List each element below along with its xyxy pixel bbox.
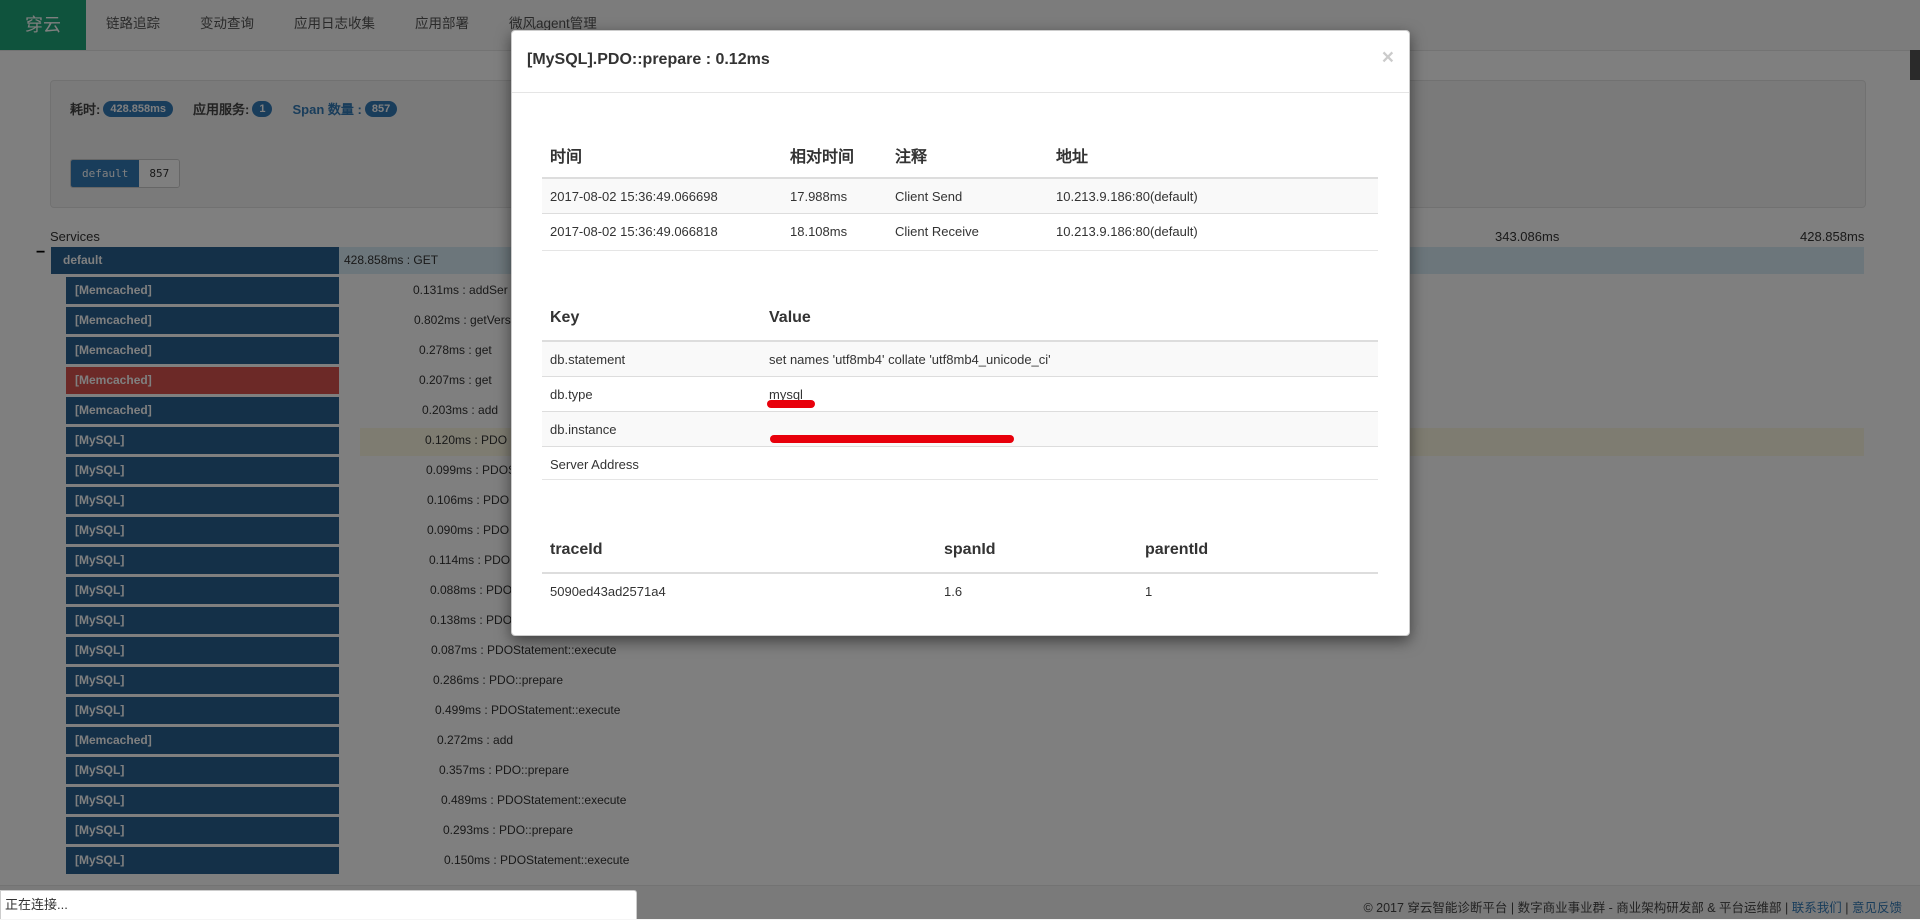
tag-key: Server Address (542, 446, 761, 481)
table-row: 2017-08-02 15:36:49.066698 17.988ms Clie… (542, 177, 1378, 214)
annotation-table: 时间 相对时间 注释 地址 2017-08-02 15:36:49.066698… (542, 133, 1378, 248)
tag-value: set names 'utf8mb4' collate 'utf8mb4_uni… (761, 340, 1378, 377)
redaction-mark (767, 400, 815, 408)
span-detail-modal: [MySQL].PDO::prepare : 0.12ms × 时间 相对时间 … (511, 30, 1410, 636)
annotation-cell: 2017-08-02 15:36:49.066698 (542, 177, 782, 214)
modal-title: [MySQL].PDO::prepare : 0.12ms (527, 51, 770, 68)
id-header-parent: parentId (1137, 528, 1378, 574)
tag-key: db.type (542, 376, 761, 412)
table-row: 5090ed43ad2571a4 1.6 1 (542, 572, 1378, 608)
tag-value (761, 446, 1378, 481)
tag-value: mysql (761, 376, 1378, 412)
table-row: db.type mysql (542, 376, 1378, 412)
tag-key: db.statement (542, 340, 761, 377)
tag-table: Key Value db.statement set names 'utf8mb… (542, 296, 1378, 481)
annotation-header-address: 地址 (1048, 133, 1378, 179)
browser-status-bar: 正在连接... (0, 890, 637, 919)
id-table: traceId spanId parentId 5090ed43ad2571a4… (542, 528, 1378, 608)
tag-header-key: Key (542, 296, 761, 342)
trace-id-value: 5090ed43ad2571a4 (542, 572, 936, 608)
tag-header-value: Value (761, 296, 1378, 342)
redaction-mark (770, 435, 1014, 443)
modal-header: [MySQL].PDO::prepare : 0.12ms × (512, 31, 1409, 93)
section-divider (542, 250, 1378, 251)
annotation-cell: Client Receive (887, 213, 1048, 248)
tag-key: db.instance (542, 411, 761, 447)
parent-id-value: 1 (1137, 572, 1378, 608)
annotation-cell: 10.213.9.186:80(default) (1048, 213, 1378, 248)
annotation-cell: 18.108ms (782, 213, 887, 248)
annotation-header-relative-time: 相对时间 (782, 133, 887, 179)
annotation-cell: 10.213.9.186:80(default) (1048, 177, 1378, 214)
annotation-cell: Client Send (887, 177, 1048, 214)
id-header-trace: traceId (542, 528, 936, 574)
table-row: 2017-08-02 15:36:49.066818 18.108ms Clie… (542, 213, 1378, 248)
annotation-header-time: 时间 (542, 133, 782, 179)
table-row: Server Address (542, 446, 1378, 481)
annotation-cell: 2017-08-02 15:36:49.066818 (542, 213, 782, 248)
span-id-value: 1.6 (936, 572, 1137, 608)
id-header-span: spanId (936, 528, 1137, 574)
table-row: db.statement set names 'utf8mb4' collate… (542, 340, 1378, 377)
section-divider (542, 479, 1378, 480)
annotation-cell: 17.988ms (782, 177, 887, 214)
annotation-header-note: 注释 (887, 133, 1048, 179)
close-icon[interactable]: × (1382, 46, 1394, 70)
